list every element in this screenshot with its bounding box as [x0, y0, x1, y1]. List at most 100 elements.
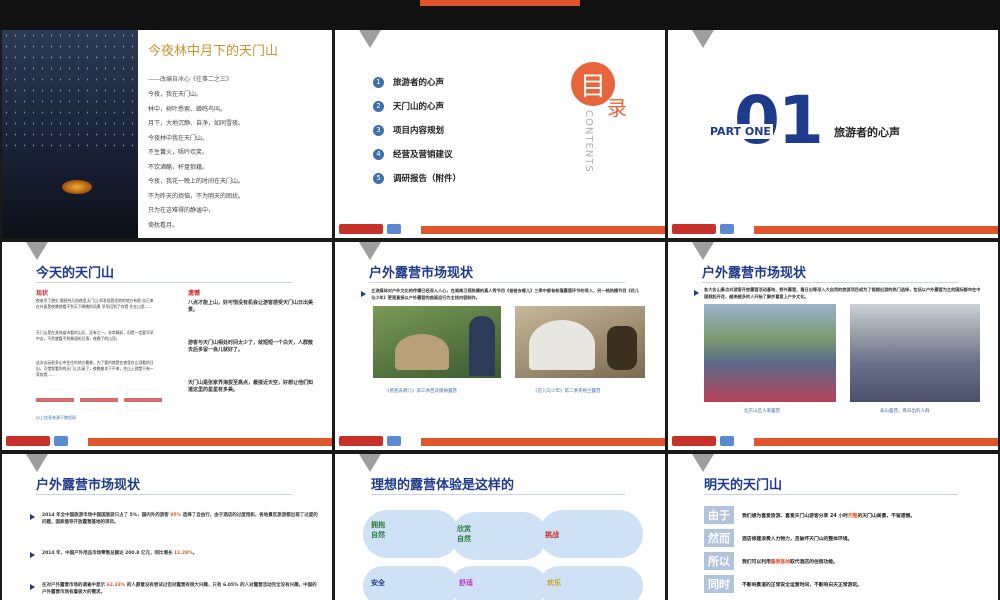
poem-line: 不生篝火，唔吟欢笑。: [148, 149, 209, 156]
slide-8[interactable]: 理想的露营体验是这样的 拥抱自然 欣赏自然 挑战 安全 舒适 欢乐: [335, 454, 665, 600]
title-underline: [36, 282, 292, 283]
slide-3[interactable]: 01 PART ONE 旅游者的心声: [668, 30, 998, 238]
slide-2[interactable]: 1 旅游者的心声 2 天门山的心声 3 项目内容规划 4 经营及营销建议 5 调…: [335, 30, 665, 238]
reason-row: 然而 酒店修建浪费人力物力，且破坏天门山的整体环境。: [704, 529, 852, 547]
company-logo: [339, 436, 383, 446]
poem-line: 倚枕看月。: [148, 221, 179, 229]
tent-shape: [529, 320, 595, 370]
partner-logo: [387, 224, 401, 234]
reason-text: 不影响景道的正常安全运营时间，不影响白天正常游玩。: [742, 581, 862, 588]
person-shape: [607, 326, 637, 370]
reason-text-part: 酒店修建浪费人力物力，且破坏天门山的整体环境。: [742, 536, 853, 542]
part-big-number: 01: [734, 82, 824, 159]
slide-title: 明天的天门山: [704, 478, 783, 493]
poem-line: 不饮酒酪，杯盘狼藉。: [148, 163, 209, 171]
poem-line: 今夜，我在天门山。: [148, 91, 203, 98]
person-shape: [469, 316, 495, 376]
poem-line: 今夜林中我在天门山。: [148, 134, 209, 142]
footer-bar: [2, 434, 332, 450]
stat-text: 在对户外露营市场的调查中显示: [42, 583, 107, 588]
corner-triangle: [359, 454, 381, 472]
reason-text: 我们可以利用露营基地取代酒店的住宿功能。: [742, 558, 838, 565]
stat-text: 。: [192, 551, 198, 556]
reason-row: 同时 不影响景道的正常安全运营时间，不影响白天正常游玩。: [704, 575, 862, 593]
reason-tag: 然而: [704, 529, 734, 547]
reason-tag: 所以: [704, 552, 734, 570]
partner-logo: [387, 436, 401, 446]
cloud-label: 拥抱自然: [371, 521, 385, 539]
rating-stars: [36, 398, 162, 402]
photo-caption: 《爸爸去哪儿》第三季西双版纳露营: [385, 389, 457, 394]
cloud-label: 挑战: [545, 531, 559, 539]
corner-triangle: [359, 242, 381, 260]
footer-bar: [335, 222, 665, 238]
col2-heading: 遗憾: [188, 290, 201, 297]
footer-bar: [668, 222, 998, 238]
poem-subtitle: ——改编自冰心《往事二之三》: [148, 76, 233, 83]
footer-bar: [668, 434, 998, 450]
toc-item[interactable]: 2 天门山的心声: [373, 94, 461, 118]
intro-text: 各大名山景点对游客开放露营活动基地、野外露营、看日出等深入大自然的旅游项目成为了…: [704, 287, 981, 299]
reason-highlight: 完整: [847, 513, 858, 519]
tent-shape: [395, 334, 449, 370]
company-logo: [339, 224, 383, 234]
slide-7[interactable]: 户外露营市场现状 2014 年全中国旅游市场中国国旅游只占了 5%，国内外的游客…: [2, 454, 332, 600]
col1-text: 夜来早了想欠 跟经纬几档夜里天门山 却发现我住地的地方有限 自己来在外面是夜晚就…: [36, 298, 154, 309]
title-underline: [371, 494, 625, 495]
slide-title: 户外露营市场现状: [36, 478, 141, 493]
slide-title: 户外露营市场现状: [702, 266, 807, 281]
bullet-arrow-icon: [30, 552, 35, 558]
footer-orange-strip: [754, 438, 998, 446]
slide-title: 理想的露营体验是这样的: [371, 478, 515, 493]
market-stat: 2014 年全中国旅游市场中国国旅游只占了 5%，国内外的游客 95% 选择了自…: [42, 512, 318, 526]
toc-label: 经营及营销建议: [393, 150, 453, 160]
poem-line: 林中，树叶悉索、蝉鸣鸟叫。: [148, 105, 227, 113]
tent-glow: [62, 180, 92, 194]
slide-5[interactable]: 户外露营市场现状 主流媒体对户外文化的传播已经深入人心，在湖南卫视热播的真人秀节…: [335, 242, 665, 450]
col2-item: 八点才能上山，好可惜没有机会让游客感受天门山日出美景。: [188, 300, 314, 313]
stat-highlight: 95%: [170, 513, 182, 518]
toc-item[interactable]: 4 经营及营销建议: [373, 142, 461, 166]
top-orange-bar: [420, 0, 580, 6]
reason-text-part: 取代酒店的住宿功能。: [790, 559, 838, 565]
slide-9[interactable]: 明天的天门山 由于 我们想为喜爱旅游、喜爱天门山游客分享 24 小时完整的天门山…: [668, 454, 998, 600]
footer-bar: [335, 434, 665, 450]
photo-caption: 泰山露营，看日出的人群: [880, 409, 930, 414]
title-underline: [704, 494, 958, 495]
poem-title: 今夜林中月下的天门山: [148, 44, 279, 59]
cloud-label: 舒适: [459, 579, 473, 587]
poem-body: 今夜，我在天门山。 林中，树叶悉索、蝉鸣鸟叫。 月下，大地沉静、自净，如同雪夜。…: [148, 88, 244, 233]
reason-text-part: 的天门山美景，不留遗憾。: [857, 513, 916, 519]
reason-highlight: 露营基地: [770, 559, 790, 565]
reason-text: 我们想为喜爱旅游、喜爱天门山游客分享 24 小时完整的天门山美景，不留遗憾。: [742, 512, 915, 519]
reason-row: 所以 我们可以利用露营基地取代酒店的住宿功能。: [704, 552, 838, 570]
camping-photo-1: [373, 306, 501, 378]
reason-text-part: 我们想为喜爱旅游、喜爱天门山游客分享 24 小时: [742, 513, 848, 519]
corner-triangle: [359, 30, 381, 48]
slide-title: 户外露营市场现状: [369, 266, 474, 281]
toc-item[interactable]: 3 项目内容规划: [373, 118, 461, 142]
corner-triangle: [692, 30, 714, 48]
toc-item[interactable]: 1 旅游者的心声: [373, 70, 461, 94]
contents-vertical: CONTENTS: [583, 110, 594, 173]
slide-6[interactable]: 户外露营市场现状 各大名山景点对游客开放露营活动基地、野外露营、看日出等深入大自…: [668, 242, 998, 450]
toc-number: 4: [373, 148, 384, 160]
toc-number: 1: [373, 76, 384, 88]
company-logo: [672, 436, 716, 446]
photo-caption: 北京山区人来露营: [744, 409, 780, 414]
toc-item[interactable]: 5 调研报告（附件）: [373, 166, 461, 190]
part-label: PART ONE: [708, 124, 773, 139]
toc-number: 5: [373, 172, 384, 184]
corner-triangle: [26, 242, 48, 260]
col1-footer[interactable]: 以上信息来源于携程网: [36, 414, 76, 421]
col2-item: 天门山是张家界海拔至高点，最接近天空，好想让他们知道这里的星星有多美。: [188, 380, 314, 393]
stat-text: 2014 年全中国旅游市场中国国旅游只占了 5%，国内外的游客: [42, 513, 171, 518]
col1-text-3: 这次去玩很多山中住住的地方最美，为了要的就是在夜里在山顶看的日出，可惜我看到的天…: [36, 360, 154, 377]
toc-label: 旅游者的心声: [393, 78, 445, 88]
col1-text-2: 天门山是在其他省市看的山区，没有之一。非常精彩，但是一定要早早中去，不然就看不到…: [36, 330, 154, 341]
slide-4[interactable]: 今天的天门山 现状 遗憾 夜来早了想欠 跟经纬几档夜里天门山 却发现我住地的地方…: [2, 242, 332, 450]
camping-photo-2: [515, 306, 645, 378]
slide-1[interactable]: 今夜林中月下的天门山 ——改编自冰心《往事二之三》 今夜，我在天门山。 林中，树…: [2, 30, 332, 238]
company-logo: [6, 436, 50, 446]
partner-logo: [720, 436, 734, 446]
